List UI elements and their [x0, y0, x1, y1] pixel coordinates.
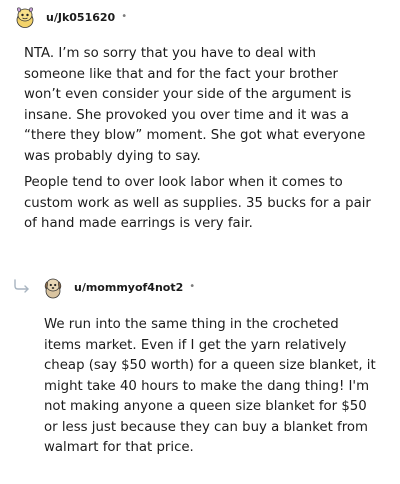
- text-line: insane. She provoked you over time and i…: [24, 107, 349, 123]
- avatar-icon[interactable]: [40, 274, 66, 300]
- separator-dot: •: [121, 11, 128, 22]
- text-line: cheap (say $50 worth) for a queen size b…: [44, 358, 376, 373]
- comment-body: NTA. I’m so sorry that you have to deal …: [24, 44, 390, 241]
- reply-arrow-icon: [14, 279, 29, 293]
- text-line: of hand made earrings is very fair.: [24, 216, 253, 231]
- text-line: “there they blow” moment. She got what e…: [24, 128, 366, 143]
- text-line: won’t even consider your side of the arg…: [24, 87, 352, 102]
- text-line: or less just because they can buy a blan…: [44, 419, 368, 435]
- comment-header: u/mommyof4not2 •: [40, 272, 195, 302]
- paragraph: We run into the same thing in the croche…: [44, 315, 390, 459]
- separator-dot: •: [189, 281, 196, 292]
- comment-header: u/Jk051620 •: [12, 2, 127, 32]
- text-line: not making anyone a queen size blanket f…: [44, 399, 367, 414]
- username[interactable]: u/Jk051620: [46, 11, 115, 24]
- paragraph: People tend to over look labor when it c…: [24, 173, 390, 235]
- text-line: People tend to over look labor when it c…: [24, 175, 343, 190]
- comment-body: We run into the same thing in the croche…: [44, 315, 390, 465]
- text-line: might take 40 hours to make the dang thi…: [44, 378, 370, 394]
- username[interactable]: u/mommyof4not2: [74, 281, 183, 294]
- paragraph: NTA. I’m so sorry that you have to deal …: [24, 44, 390, 167]
- text-line: custom work as well as supplies. 35 buck…: [24, 195, 371, 211]
- avatar-icon[interactable]: [12, 4, 38, 30]
- text-line: walmart for that price.: [44, 440, 194, 455]
- text-line: items market. Even if I get the yarn rel…: [44, 337, 347, 353]
- text-line: We run into the same thing in the croche…: [44, 317, 339, 332]
- text-line: NTA. I’m so sorry that you have to deal …: [24, 46, 317, 61]
- text-line: was probably dying to say.: [24, 148, 201, 164]
- text-line: someone like that and for the fact your …: [24, 66, 338, 82]
